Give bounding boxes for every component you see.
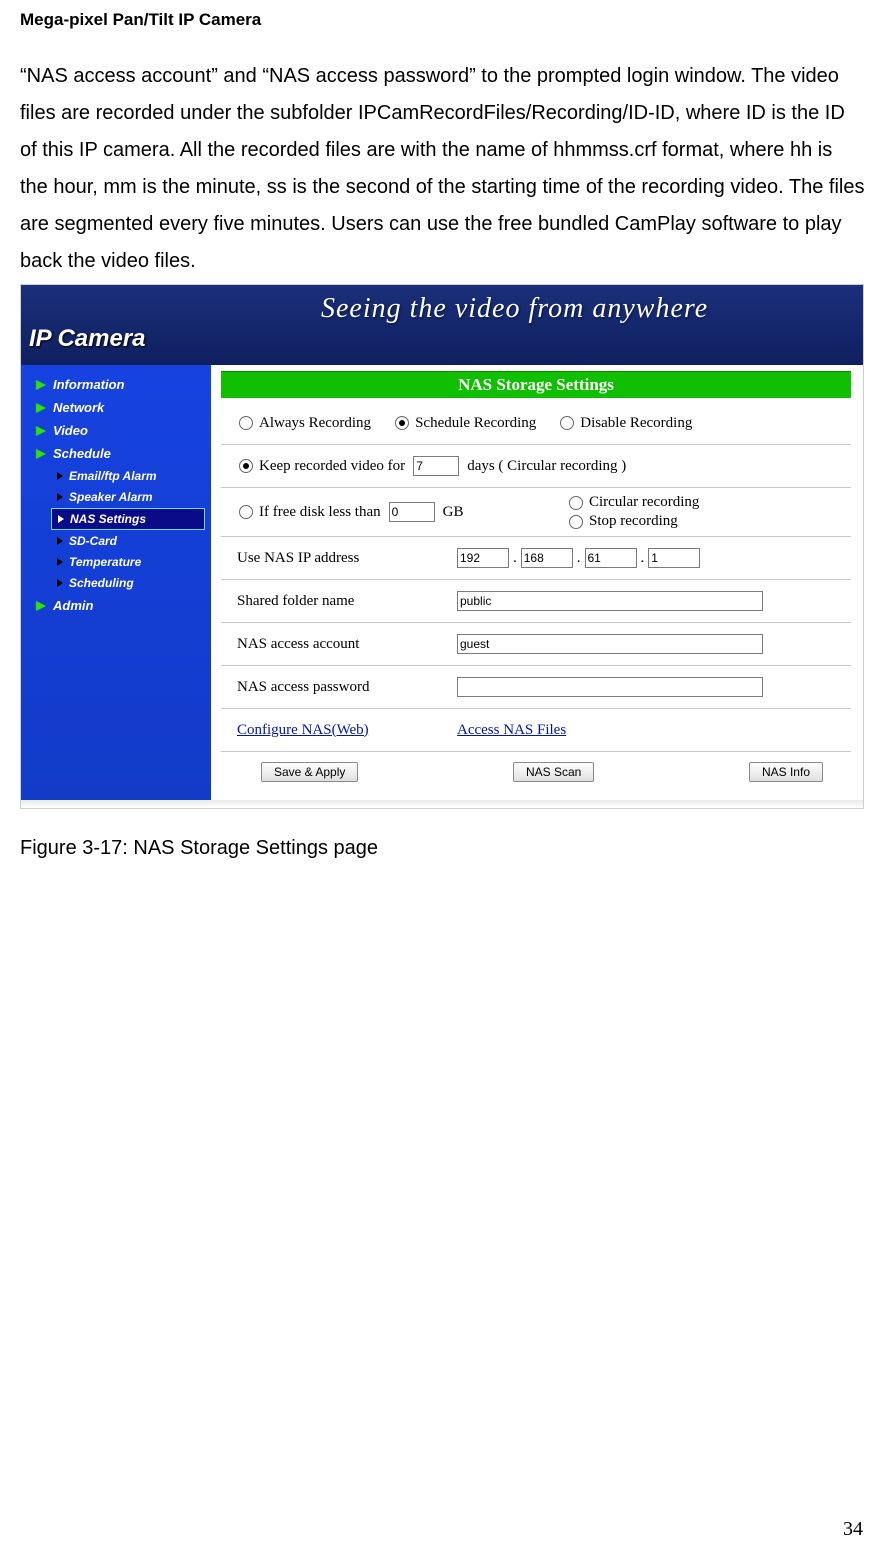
sidebar-sub-nas-settings[interactable]: NAS Settings (51, 508, 205, 530)
free-disk-input[interactable] (389, 502, 435, 522)
radio-icon (239, 416, 253, 430)
radio-icon (239, 505, 253, 519)
arrow-right-icon (35, 448, 47, 460)
arrow-right-icon (35, 402, 47, 414)
dot-separator: . (641, 550, 645, 567)
radio-label: Always Recording (259, 415, 371, 432)
row-keep-days: Keep recorded video for days ( Circular … (221, 445, 851, 488)
radio-keep-days[interactable]: Keep recorded video for (237, 458, 405, 475)
body-paragraph: “NAS access account” and “NAS access pas… (20, 58, 865, 280)
caret-right-icon (57, 493, 63, 501)
keep-post: days ( Circular recording ) (467, 458, 626, 475)
password-input[interactable] (457, 677, 763, 697)
sidebar-item-label: Information (53, 377, 125, 392)
row-nas-ip: Use NAS IP address . . . (221, 537, 851, 580)
sidebar-sub-label: NAS Settings (70, 512, 146, 526)
ip-octet-3-input[interactable] (585, 548, 637, 568)
radio-label: Stop recording (589, 513, 678, 530)
radio-always-recording[interactable]: Always Recording (237, 415, 371, 432)
radio-icon (395, 416, 409, 430)
radio-free-disk[interactable]: If free disk less than (237, 504, 381, 521)
label-nas-ip: Use NAS IP address (237, 550, 457, 567)
sidebar-sub-speaker-alarm[interactable]: Speaker Alarm (51, 487, 205, 507)
sidebar-sub-label: Speaker Alarm (69, 490, 153, 504)
sidebar-item-label: Network (53, 400, 104, 415)
caret-right-icon (57, 579, 63, 587)
caret-right-icon (57, 558, 63, 566)
sidebar-sub-email-ftp-alarm[interactable]: Email/ftp Alarm (51, 466, 205, 486)
radio-label: Schedule Recording (415, 415, 536, 432)
sidebar-sub-label: Email/ftp Alarm (69, 469, 157, 483)
caret-right-icon (57, 537, 63, 545)
sidebar-sub-label: SD-Card (69, 534, 117, 548)
sidebar-item-label: Schedule (53, 446, 111, 461)
radio-circular-recording[interactable]: Circular recording (567, 494, 821, 511)
radio-icon (569, 496, 583, 510)
sidebar-item-information[interactable]: Information (21, 373, 211, 396)
dot-separator: . (577, 550, 581, 567)
screenshot-panel: IP Camera Seeing the video from anywhere… (20, 284, 864, 809)
link-access-nas-files[interactable]: Access NAS Files (457, 722, 566, 739)
sidebar-sub-sd-card[interactable]: SD-Card (51, 531, 205, 551)
sidebar-item-label: Admin (53, 598, 93, 613)
banner-logo: IP Camera (29, 325, 146, 353)
radio-label: Disable Recording (580, 415, 692, 432)
link-configure-nas[interactable]: Configure NAS(Web) (237, 722, 369, 738)
row-links: Configure NAS(Web) Access NAS Files (221, 709, 851, 752)
nas-scan-button[interactable]: NAS Scan (513, 762, 594, 782)
radio-disable-recording[interactable]: Disable Recording (558, 415, 692, 432)
ip-octet-4-input[interactable] (648, 548, 700, 568)
doc-header: Mega-pixel Pan/Tilt IP Camera (20, 10, 865, 30)
row-access-account: NAS access account (221, 623, 851, 666)
sidebar-sub-scheduling[interactable]: Scheduling (51, 573, 205, 593)
radio-icon (569, 515, 583, 529)
sidebar-item-schedule[interactable]: Schedule (21, 442, 211, 465)
banner-tagline: Seeing the video from anywhere (321, 293, 708, 325)
row-recording-mode: Always Recording Schedule Recording Disa… (221, 402, 851, 445)
label-account: NAS access account (237, 636, 457, 653)
settings-content: NAS Storage Settings Always Recording Sc… (211, 365, 863, 800)
arrow-right-icon (35, 600, 47, 612)
row-access-password: NAS access password (221, 666, 851, 709)
banner: IP Camera Seeing the video from anywhere (21, 285, 863, 365)
sidebar-sub-temperature[interactable]: Temperature (51, 552, 205, 572)
row-folder-name: Shared folder name (221, 580, 851, 623)
sidebar-item-network[interactable]: Network (21, 396, 211, 419)
figure-caption: Figure 3-17: NAS Storage Settings page (20, 837, 865, 860)
label-password: NAS access password (237, 679, 457, 696)
sidebar-sub-label: Scheduling (69, 576, 134, 590)
account-input[interactable] (457, 634, 763, 654)
ip-octet-2-input[interactable] (521, 548, 573, 568)
sidebar-item-video[interactable]: Video (21, 419, 211, 442)
nas-info-button[interactable]: NAS Info (749, 762, 823, 782)
panel-shadow (21, 800, 863, 808)
arrow-right-icon (35, 379, 47, 391)
radio-schedule-recording[interactable]: Schedule Recording (393, 415, 536, 432)
radio-icon (239, 459, 253, 473)
keep-days-input[interactable] (413, 456, 459, 476)
caret-right-icon (57, 472, 63, 480)
caret-right-icon (58, 515, 64, 523)
keep-pre: Keep recorded video for (259, 458, 405, 475)
radio-stop-recording[interactable]: Stop recording (567, 513, 821, 530)
settings-title: NAS Storage Settings (221, 371, 851, 398)
row-free-disk: If free disk less than GB Circular recor… (221, 488, 851, 537)
label-folder: Shared folder name (237, 593, 457, 610)
ip-octet-1-input[interactable] (457, 548, 509, 568)
sidebar-item-admin[interactable]: Admin (21, 594, 211, 617)
page-number: 34 (843, 1518, 863, 1541)
sidebar-sub-label: Temperature (69, 555, 141, 569)
radio-label: Circular recording (589, 494, 699, 511)
save-apply-button[interactable]: Save & Apply (261, 762, 358, 782)
freedisk-post: GB (443, 504, 464, 521)
button-row: Save & Apply NAS Scan NAS Info (211, 752, 851, 788)
radio-icon (560, 416, 574, 430)
sidebar-item-label: Video (53, 423, 88, 438)
freedisk-pre: If free disk less than (259, 504, 381, 521)
sidebar: Information Network Video Schedule Email… (21, 365, 211, 800)
arrow-right-icon (35, 425, 47, 437)
dot-separator: . (513, 550, 517, 567)
folder-name-input[interactable] (457, 591, 763, 611)
